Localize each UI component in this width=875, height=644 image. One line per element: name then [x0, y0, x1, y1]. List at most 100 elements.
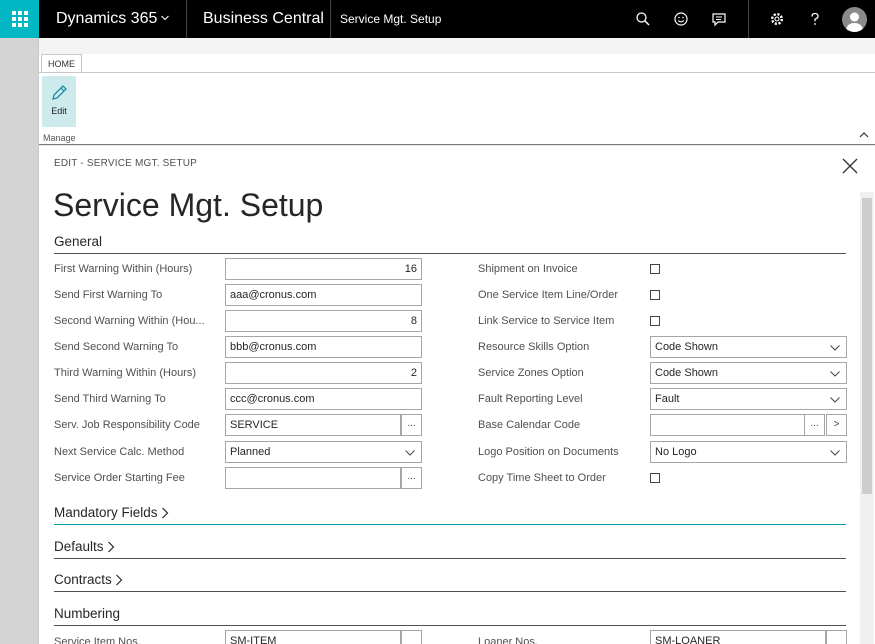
- gear-icon[interactable]: [768, 10, 786, 28]
- chevron-down-icon: [830, 397, 840, 403]
- chevron-down-icon: [830, 450, 840, 456]
- user-avatar[interactable]: [842, 7, 867, 32]
- select-value: Planned: [230, 446, 271, 458]
- waffle-icon: [11, 11, 28, 27]
- section-numbering-label: Numbering: [54, 606, 121, 621]
- logo-position-select[interactable]: No Logo: [650, 441, 847, 463]
- field-label: Send Second Warning To: [54, 341, 179, 353]
- service-item-nos-input[interactable]: SM-ITEM: [225, 630, 401, 644]
- close-icon[interactable]: [842, 158, 858, 174]
- field-label: Fault Reporting Level: [478, 393, 583, 405]
- smile-icon[interactable]: [672, 10, 690, 28]
- section-divider: [54, 625, 846, 626]
- help-icon[interactable]: [806, 10, 824, 28]
- action-ribbon: HOME Edit Manage: [39, 38, 875, 145]
- search-icon[interactable]: [634, 10, 652, 28]
- field-label: Resource Skills Option: [478, 341, 590, 353]
- page-title: Service Mgt. Setup: [53, 187, 324, 223]
- chevron-right-icon: [107, 541, 114, 552]
- chat-icon[interactable]: [710, 10, 728, 28]
- lookup-button[interactable]: [401, 630, 422, 644]
- pencil-icon: [52, 85, 67, 100]
- field-label: Shipment on Invoice: [478, 263, 578, 275]
- order-starting-fee-input[interactable]: [225, 467, 401, 489]
- breadcrumb: Service Mgt. Setup: [340, 12, 442, 26]
- select-value: Fault: [655, 393, 680, 405]
- section-mandatory-label: Mandatory Fields: [54, 505, 158, 520]
- chevron-down-icon: [405, 450, 415, 456]
- service-calc-method-select[interactable]: Planned: [225, 441, 422, 463]
- chevron-down-icon: [830, 345, 840, 351]
- field-label: Next Service Calc. Method: [54, 446, 185, 458]
- chevron-down-icon[interactable]: [161, 14, 169, 22]
- field-label: Link Service to Service Item: [478, 315, 615, 327]
- setup-card: EDIT - SERVICE MGT. SETUP Service Mgt. S…: [39, 146, 875, 644]
- link-service-item-checkbox[interactable]: [650, 316, 660, 326]
- select-value: No Logo: [655, 446, 697, 458]
- chevron-up-icon[interactable]: [859, 131, 869, 139]
- one-service-item-line-checkbox[interactable]: [650, 290, 660, 300]
- field-label: Service Order Starting Fee: [54, 472, 185, 484]
- section-divider: [54, 253, 846, 254]
- third-warning-hours-input[interactable]: 2: [225, 362, 422, 384]
- section-contracts[interactable]: Contracts: [54, 572, 123, 587]
- field-label: Service Zones Option: [478, 367, 584, 379]
- field-label: Base Calendar Code: [478, 419, 581, 431]
- section-general-label: General: [54, 234, 103, 249]
- section-divider: [54, 524, 846, 525]
- job-responsibility-code-input[interactable]: SERVICE: [225, 414, 401, 436]
- field-label: Serv. Job Responsibility Code: [54, 419, 200, 431]
- lookup-button[interactable]: ...: [804, 414, 825, 436]
- first-warning-email-input[interactable]: aaa@cronus.com: [225, 284, 422, 306]
- shipment-on-invoice-checkbox[interactable]: [650, 264, 660, 274]
- second-warning-email-input[interactable]: bbb@cronus.com: [225, 336, 422, 358]
- base-calendar-code-input[interactable]: [650, 414, 805, 436]
- third-warning-email-input[interactable]: ccc@cronus.com: [225, 388, 422, 410]
- section-divider: [54, 558, 846, 559]
- loaner-nos-input[interactable]: SM-LOANER: [650, 630, 826, 644]
- card-header: EDIT - SERVICE MGT. SETUP: [54, 158, 197, 169]
- chevron-right-icon: [115, 574, 123, 585]
- app-name[interactable]: Dynamics 365: [56, 0, 157, 38]
- left-margin: [0, 38, 39, 644]
- tab-home[interactable]: HOME: [41, 54, 82, 73]
- fault-reporting-level-select[interactable]: Fault: [650, 388, 847, 410]
- ribbon-group-label: Manage: [43, 133, 76, 143]
- lookup-button[interactable]: ...: [401, 414, 422, 436]
- section-defaults-label: Defaults: [54, 539, 104, 554]
- field-label: Send First Warning To: [54, 289, 163, 301]
- section-general[interactable]: General: [54, 234, 102, 249]
- app-launcher-button[interactable]: [0, 0, 39, 38]
- next-button[interactable]: >: [826, 414, 847, 436]
- field-label: Loaner Nos.: [478, 636, 538, 644]
- resource-skills-option-select[interactable]: Code Shown: [650, 336, 847, 358]
- edit-button-label: Edit: [51, 106, 67, 116]
- section-numbering[interactable]: Numbering: [54, 606, 120, 621]
- divider: [330, 0, 331, 38]
- second-warning-hours-input[interactable]: 8: [225, 310, 422, 332]
- lookup-button[interactable]: [826, 630, 847, 644]
- field-label: Send Third Warning To: [54, 393, 166, 405]
- edit-button[interactable]: Edit: [42, 76, 76, 127]
- chevron-right-icon: [161, 507, 168, 518]
- section-divider: [54, 591, 846, 592]
- person-icon: [846, 12, 863, 32]
- section-contracts-label: Contracts: [54, 572, 112, 587]
- first-warning-hours-input[interactable]: 16: [225, 258, 422, 280]
- chevron-down-icon: [830, 371, 840, 377]
- scrollbar-thumb[interactable]: [862, 198, 872, 494]
- field-label: Logo Position on Documents: [478, 446, 619, 458]
- section-mandatory-fields[interactable]: Mandatory Fields: [54, 505, 169, 520]
- service-zones-option-select[interactable]: Code Shown: [650, 362, 847, 384]
- field-label: Copy Time Sheet to Order: [478, 472, 606, 484]
- field-label: One Service Item Line/Order: [478, 289, 619, 301]
- lookup-button[interactable]: ...: [401, 467, 422, 489]
- top-navigation-bar: Dynamics 365 Business Central Service Mg…: [0, 0, 875, 38]
- product-name[interactable]: Business Central: [203, 0, 324, 38]
- select-value: Code Shown: [655, 341, 718, 353]
- section-defaults[interactable]: Defaults: [54, 539, 115, 554]
- divider: [186, 0, 187, 38]
- copy-time-sheet-checkbox[interactable]: [650, 473, 660, 483]
- field-label: Service Item Nos.: [54, 636, 141, 644]
- field-label: Third Warning Within (Hours): [54, 367, 197, 379]
